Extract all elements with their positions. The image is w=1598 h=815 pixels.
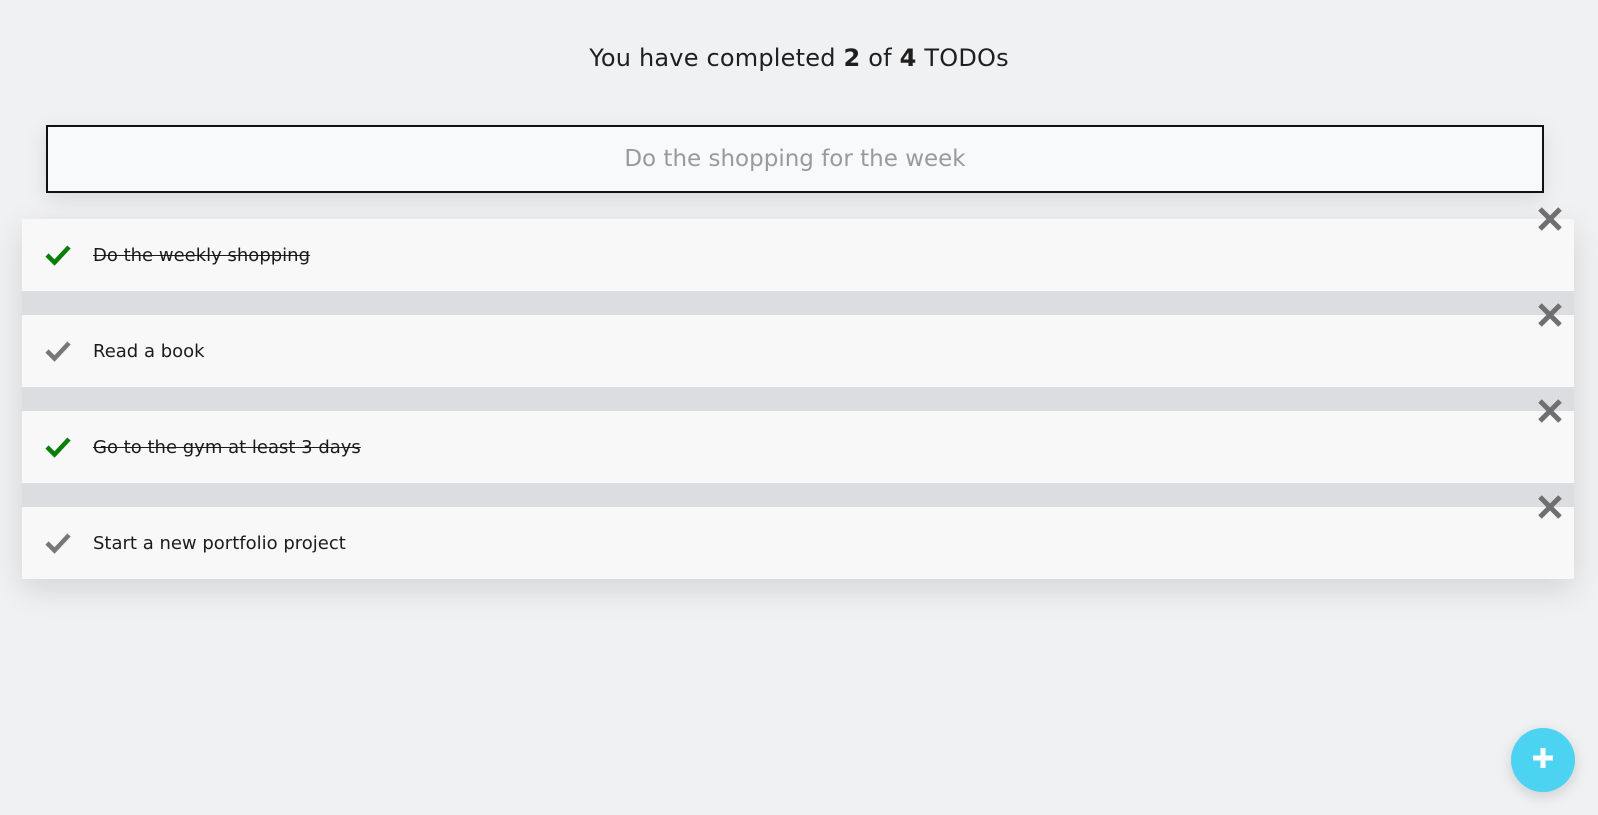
summary-suffix: TODOs: [924, 44, 1009, 72]
todo-text: Read a book: [93, 340, 205, 362]
check-icon[interactable]: [45, 244, 71, 266]
check-icon[interactable]: [45, 436, 71, 458]
add-todo-button[interactable]: [1511, 728, 1575, 792]
todo-list: Do the weekly shopping Read a book Go to…: [22, 207, 1574, 579]
summary-prefix: You have completed: [589, 44, 836, 72]
close-icon[interactable]: [1536, 397, 1564, 425]
todo-item: Do the weekly shopping: [22, 207, 1574, 291]
todo-item: Go to the gym at least 3 days: [22, 399, 1574, 483]
completion-summary: You have completed 2 of 4 TODOs: [0, 44, 1598, 72]
new-todo-input-container: [46, 125, 1544, 193]
check-icon[interactable]: [45, 532, 71, 554]
todo-item: Read a book: [22, 303, 1574, 387]
completed-count: 2: [843, 44, 861, 72]
new-todo-input[interactable]: [48, 127, 1542, 191]
plus-icon: [1531, 746, 1555, 774]
todo-item: Start a new portfolio project: [22, 495, 1574, 579]
close-icon[interactable]: [1536, 205, 1564, 233]
close-icon[interactable]: [1536, 301, 1564, 329]
close-icon[interactable]: [1536, 493, 1564, 521]
check-icon[interactable]: [45, 340, 71, 362]
todo-text: Do the weekly shopping: [93, 244, 311, 266]
total-count: 4: [899, 44, 917, 72]
todo-text: Go to the gym at least 3 days: [93, 436, 361, 458]
summary-middle: of: [868, 44, 892, 72]
todo-text: Start a new portfolio project: [93, 532, 346, 554]
